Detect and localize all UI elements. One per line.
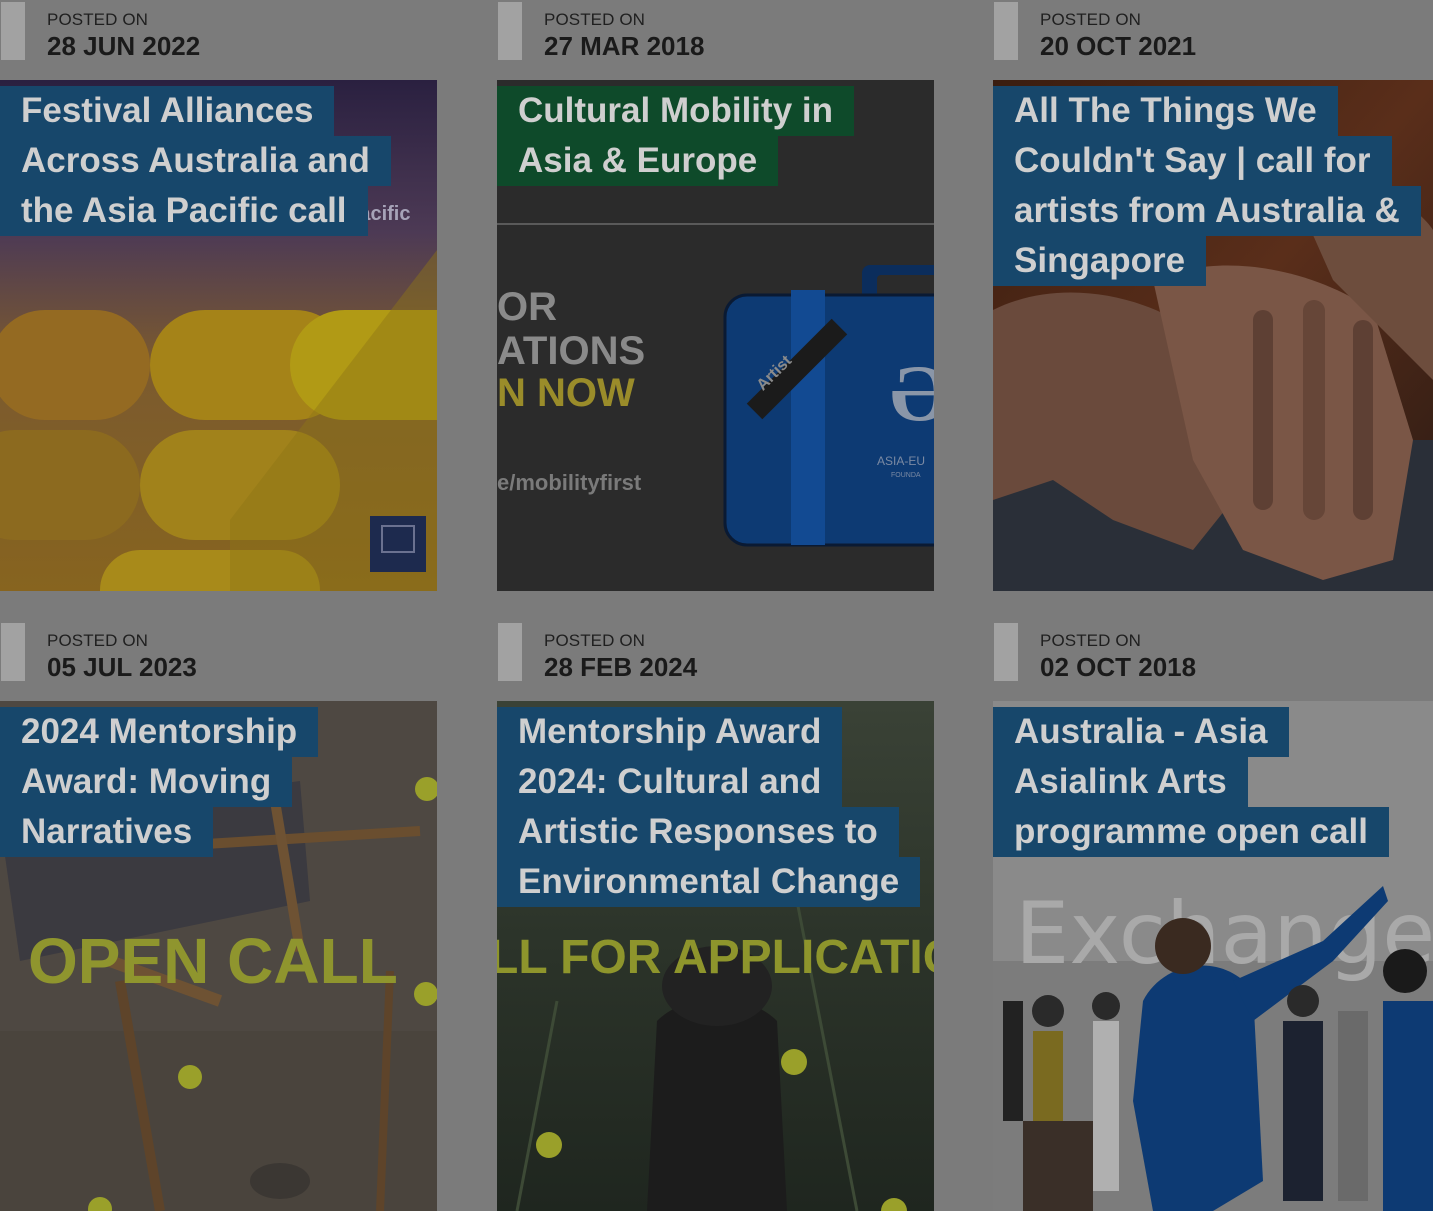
post-title-line[interactable]: artists from Australia & (993, 186, 1421, 236)
post-date: 28 JUN 2022 (47, 31, 201, 61)
post-title-line[interactable]: Artistic Responses to (497, 807, 899, 857)
thumb-image-text: N NOW (497, 371, 635, 415)
post-title-line[interactable]: All The Things We (993, 86, 1338, 136)
post-title-line[interactable]: 2024 Mentorship (0, 707, 319, 757)
post-thumbnail[interactable]: Exchanges Australia - Asia Asialink Arts… (993, 701, 1433, 1211)
posted-on-label: POSTED ON (544, 10, 646, 29)
post-title[interactable]: Festival Alliances Across Australia and … (0, 86, 391, 236)
thumb-image-text: e/mobilityfirst (497, 470, 642, 495)
post-date-block: POSTED ON 05 JUL 2023 (0, 621, 438, 701)
post-thumbnail[interactable]: Pacific Festival Alliances Across Austra… (0, 80, 437, 591)
post-title-line[interactable]: Cultural Mobility in (497, 86, 854, 136)
post-date-block: POSTED ON 20 OCT 2021 (993, 0, 1431, 80)
post-card[interactable]: POSTED ON 27 MAR 2018 OR ATIONS N NOW e/… (497, 0, 935, 591)
post-date: 28 FEB 2024 (544, 652, 698, 682)
date-accent-bar (994, 2, 1018, 60)
post-date: 20 OCT 2021 (1040, 31, 1197, 61)
posted-on-label: POSTED ON (47, 10, 149, 29)
post-date-block: POSTED ON 28 JUN 2022 (0, 0, 438, 80)
post-card[interactable]: POSTED ON 28 JUN 2022 Pacific Festival A… (0, 0, 438, 591)
post-title[interactable]: All The Things We Couldn't Say | call fo… (993, 86, 1421, 286)
post-title-line[interactable]: Mentorship Award (497, 707, 843, 757)
svg-text:ƏC: ƏC (890, 350, 934, 438)
date-accent-bar (498, 623, 522, 681)
post-title-line[interactable]: Award: Moving (0, 757, 293, 807)
date-accent-bar (1, 623, 25, 681)
post-date-block: POSTED ON 28 FEB 2024 (497, 621, 935, 701)
post-title-line[interactable]: programme open call (993, 807, 1389, 857)
thumb-image-text: LL FOR APPLICATIC (497, 931, 934, 984)
post-card[interactable]: POSTED ON 02 OCT 2018 Exchanges Australi… (993, 621, 1433, 1211)
post-title-line[interactable]: Narratives (0, 807, 214, 857)
post-title-line[interactable]: Singapore (993, 236, 1207, 286)
post-thumbnail[interactable]: OR ATIONS N NOW e/mobilityfirst Artist Ə… (497, 80, 934, 591)
post-title[interactable]: Mentorship Award 2024: Cultural and Arti… (497, 707, 921, 907)
post-title-line[interactable]: Couldn't Say | call for (993, 136, 1392, 186)
post-title-line[interactable]: Environmental Change (497, 857, 921, 907)
post-date-block: POSTED ON 02 OCT 2018 (993, 621, 1431, 701)
post-title[interactable]: Australia - Asia Asialink Arts programme… (993, 707, 1389, 857)
post-title-line[interactable]: 2024: Cultural and (497, 757, 843, 807)
post-date: 05 JUL 2023 (47, 652, 197, 682)
posted-on-label: POSTED ON (544, 631, 646, 650)
post-card[interactable]: POSTED ON 05 JUL 2023 OPEN CALL 2024 Men… (0, 621, 438, 1211)
thumb-image-text: FOUNDA (891, 472, 921, 479)
date-accent-bar (498, 2, 522, 60)
post-thumbnail[interactable]: All The Things We Couldn't Say | call fo… (993, 80, 1433, 591)
post-title-line[interactable]: Festival Alliances (0, 86, 335, 136)
post-title-line[interactable]: Australia - Asia (993, 707, 1289, 757)
post-thumbnail[interactable]: OPEN CALL 2024 Mentorship Award: Moving … (0, 701, 437, 1211)
thumb-image-text: ATIONS (497, 329, 645, 373)
thumb-image-text: OR (497, 285, 557, 329)
post-date: 27 MAR 2018 (544, 31, 705, 61)
date-accent-bar (1, 2, 25, 60)
post-title-line[interactable]: Asia & Europe (497, 136, 779, 186)
date-accent-bar (994, 623, 1018, 681)
post-card[interactable]: POSTED ON 20 OCT 2021 All The Things We … (993, 0, 1433, 591)
posted-on-label: POSTED ON (1040, 631, 1142, 650)
post-date: 02 OCT 2018 (1040, 652, 1197, 682)
post-thumbnail[interactable]: LL FOR APPLICATIC Mentorship Award 2024:… (497, 701, 934, 1211)
post-title-line[interactable]: Asialink Arts (993, 757, 1248, 807)
post-title-line[interactable]: the Asia Pacific call (0, 186, 368, 236)
post-title[interactable]: Cultural Mobility in Asia & Europe (497, 86, 854, 186)
thumb-image-text: ASIA-EU (877, 454, 925, 468)
post-title-line[interactable]: Across Australia and (0, 136, 391, 186)
thumb-image-text: OPEN CALL (28, 925, 398, 997)
posted-on-label: POSTED ON (47, 631, 149, 650)
posted-on-label: POSTED ON (1040, 10, 1142, 29)
post-date-block: POSTED ON 27 MAR 2018 (497, 0, 935, 80)
post-title[interactable]: 2024 Mentorship Award: Moving Narratives (0, 707, 319, 857)
post-card[interactable]: POSTED ON 28 FEB 2024 LL FOR APPLICATIC … (497, 621, 935, 1211)
